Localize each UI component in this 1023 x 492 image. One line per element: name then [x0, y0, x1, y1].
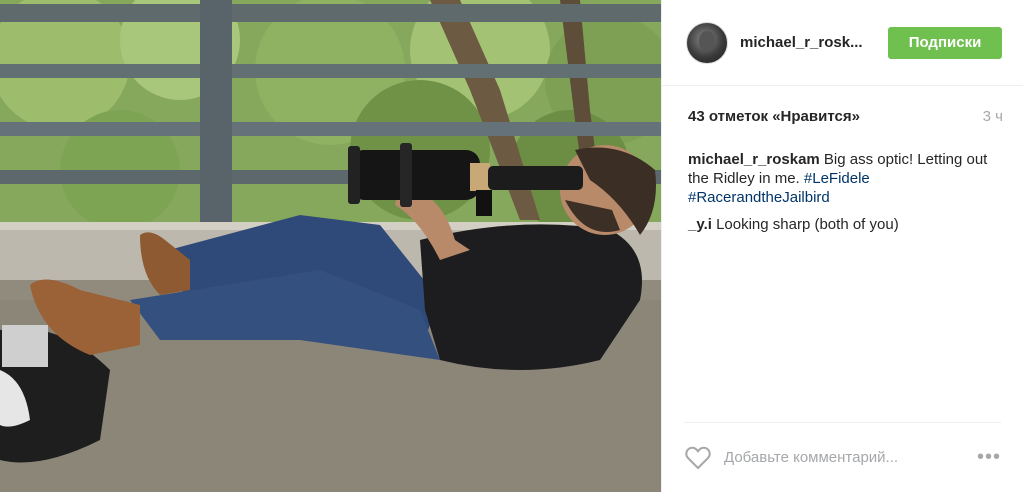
comment-username[interactable]: _y.i	[688, 216, 712, 233]
hashtag-link[interactable]: #LeFidele	[804, 170, 870, 187]
follow-button[interactable]: Подписки	[888, 26, 1002, 59]
more-options-button[interactable]: •••	[971, 446, 1001, 469]
post-viewer: michael_r_rosk... Подписки 43 отметок «Н…	[0, 0, 1023, 492]
add-comment-input[interactable]	[724, 449, 971, 466]
likes-row: 43 отметок «Нравится» 3 ч	[688, 108, 1003, 125]
hashtag-link[interactable]: #RacerandtheJailbird	[688, 189, 830, 206]
comment-item: _y.i Looking sharp (both of you)	[688, 215, 1001, 234]
post-footer: •••	[684, 422, 1001, 492]
post-header: michael_r_rosk... Подписки	[662, 0, 1023, 86]
author-username-link[interactable]: michael_r_rosk...	[740, 34, 863, 51]
comment-username[interactable]: michael_r_roskam	[688, 151, 820, 168]
photo-illustration	[0, 0, 661, 492]
post-time[interactable]: 3 ч	[983, 108, 1003, 125]
comment-list: michael_r_roskam Big ass optic! Letting …	[688, 150, 1001, 242]
heart-icon[interactable]	[684, 444, 712, 472]
post-side-panel: michael_r_rosk... Подписки 43 отметок «Н…	[661, 0, 1023, 492]
avatar[interactable]	[686, 21, 728, 64]
comment-text: Looking sharp (both of you)	[711, 216, 899, 233]
comment-item: michael_r_roskam Big ass optic! Letting …	[688, 150, 1001, 207]
likes-count[interactable]: 43 отметок «Нравится»	[688, 108, 860, 125]
post-photo[interactable]	[0, 0, 661, 492]
